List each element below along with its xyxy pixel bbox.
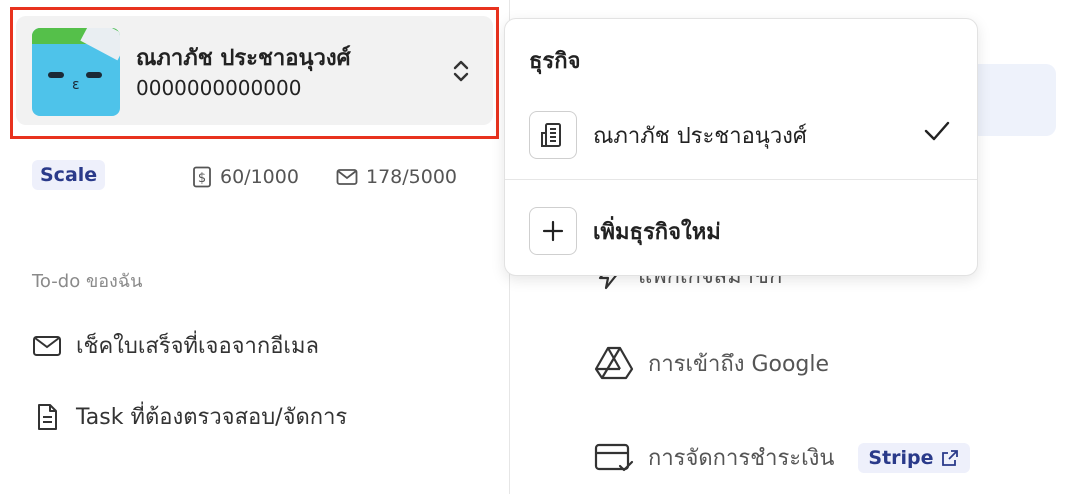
stripe-badge-label: Stripe: [868, 446, 934, 469]
business-id: 0000000000000: [136, 76, 302, 100]
business-switcher[interactable]: ε ณภาภัช ประชาอนุวงศ์ 0000000000000: [16, 16, 493, 125]
todo-item-label: เช็คใบเสร็จที่เจอจากอีเมล: [76, 334, 319, 359]
building-icon: [541, 123, 561, 147]
dropdown-title: ธุรกิจ: [529, 49, 581, 74]
checkmark-icon: [924, 121, 950, 141]
emails-usage: 178/5000: [336, 166, 457, 188]
external-link-icon: [941, 449, 958, 466]
dropdown-divider: [505, 179, 977, 180]
nav-item-label: การจัดการชำระเงิน: [648, 446, 835, 471]
receipts-usage-value: 60/1000: [220, 166, 299, 188]
mail-icon: [336, 169, 358, 185]
avatar-eye-left: [48, 72, 64, 78]
avatar-mouth: ε: [72, 77, 80, 93]
business-name: ณภาภัช ประชาอนุวงศ์: [136, 46, 351, 71]
todo-item-tasks[interactable]: Task ที่ต้องตรวจสอบ/จัดการ: [32, 399, 347, 434]
business-dropdown-menu: ธุรกิจ ณภาภัช ประชาอนุวงศ์ เพิ่มธุรกิจให…: [504, 18, 978, 276]
nav-item-billing[interactable]: การจัดการชำระเงิน Stripe: [594, 440, 970, 475]
document-icon: [38, 403, 57, 430]
business-icon-box: [529, 111, 577, 159]
todo-item-label: Task ที่ต้องตรวจสอบ/จัดการ: [76, 405, 348, 430]
svg-text:$: $: [198, 171, 206, 186]
stripe-link-badge[interactable]: Stripe: [858, 442, 970, 473]
add-icon-box: [529, 207, 577, 255]
receipts-usage: $ 60/1000: [192, 166, 299, 188]
business-avatar: ε: [32, 28, 120, 116]
avatar-sticker: [80, 28, 120, 61]
dropdown-business-item[interactable]: ณภาภัช ประชาอนุวงศ์: [529, 111, 807, 159]
add-business-button[interactable]: เพิ่มธุรกิจใหม่: [529, 207, 721, 255]
todo-section-title: To-do ของฉัน: [32, 271, 143, 292]
receipt-dollar-icon: $: [193, 166, 211, 188]
credit-card-icon: [594, 443, 634, 471]
avatar-eye-right: [86, 72, 102, 78]
emails-usage-value: 178/5000: [366, 166, 458, 188]
chevron-up-down-icon: [453, 60, 469, 82]
dropdown-business-name: ณภาภัช ประชาอนุวงศ์: [593, 123, 807, 149]
nav-item-label: การเข้าถึง Google: [648, 351, 830, 377]
nav-item-google-access[interactable]: การเข้าถึง Google: [594, 345, 829, 381]
plan-badge: Scale: [32, 160, 106, 190]
plus-icon: [542, 220, 564, 242]
add-business-label: เพิ่มธุรกิจใหม่: [593, 219, 721, 245]
mail-icon: [33, 335, 61, 356]
todo-item-email-receipts[interactable]: เช็คใบเสร็จที่เจอจากอีเมล: [32, 328, 319, 363]
google-drive-icon: [594, 346, 634, 380]
